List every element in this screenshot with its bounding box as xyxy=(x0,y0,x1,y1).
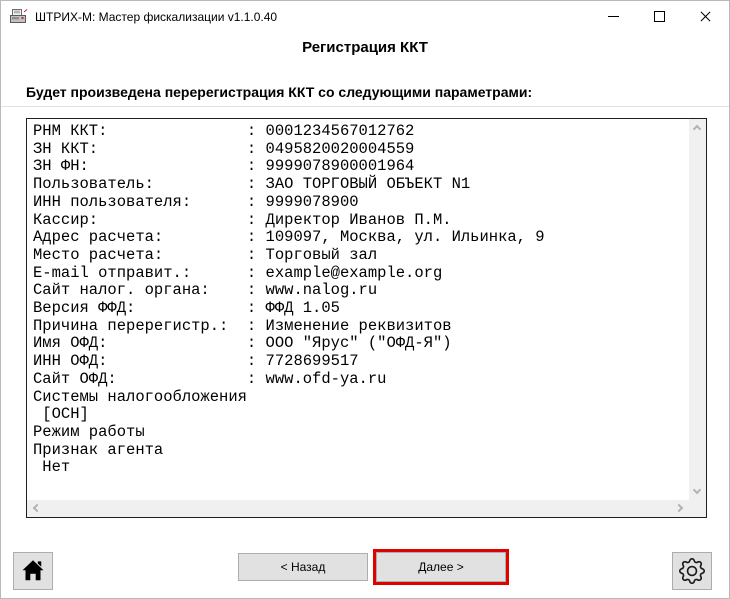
page-title: Регистрация ККТ xyxy=(1,39,729,56)
scroll-right-icon[interactable] xyxy=(675,504,683,512)
next-button[interactable]: Далее > xyxy=(376,552,506,582)
close-icon[interactable] xyxy=(683,1,729,32)
minimize-icon[interactable] xyxy=(591,1,637,32)
settings-button[interactable] xyxy=(672,552,712,590)
scrollbar-corner xyxy=(689,500,706,517)
scroll-down-icon[interactable] xyxy=(693,486,701,494)
vertical-scrollbar[interactable] xyxy=(689,119,706,500)
back-button[interactable]: < Назад xyxy=(238,553,368,581)
window-controls xyxy=(591,1,729,32)
home-button[interactable] xyxy=(13,552,53,590)
maximize-icon[interactable] xyxy=(637,1,683,32)
registration-params-text: РНМ ККТ: : 0001234567012762 ЗН ККТ: : 04… xyxy=(33,123,687,498)
red-highlight-annotation: Далее > xyxy=(373,549,509,585)
app-window: ШТРИХ-М: Мастер фискализации v1.1.0.40 Р… xyxy=(0,0,730,599)
scroll-left-icon[interactable] xyxy=(33,504,41,512)
intro-text: Будет произведена перерегистрация ККТ со… xyxy=(26,84,532,100)
horizontal-scrollbar[interactable] xyxy=(27,500,689,517)
home-icon xyxy=(20,559,46,583)
gear-icon xyxy=(679,558,705,584)
window-title: ШТРИХ-М: Мастер фискализации v1.1.0.40 xyxy=(35,10,277,24)
registration-params-textbox[interactable]: РНМ ККТ: : 0001234567012762 ЗН ККТ: : 04… xyxy=(26,118,707,518)
fiscal-printer-icon xyxy=(9,8,29,25)
divider xyxy=(1,106,730,107)
scroll-up-icon[interactable] xyxy=(693,125,701,133)
titlebar: ШТРИХ-М: Мастер фискализации v1.1.0.40 xyxy=(1,1,729,32)
